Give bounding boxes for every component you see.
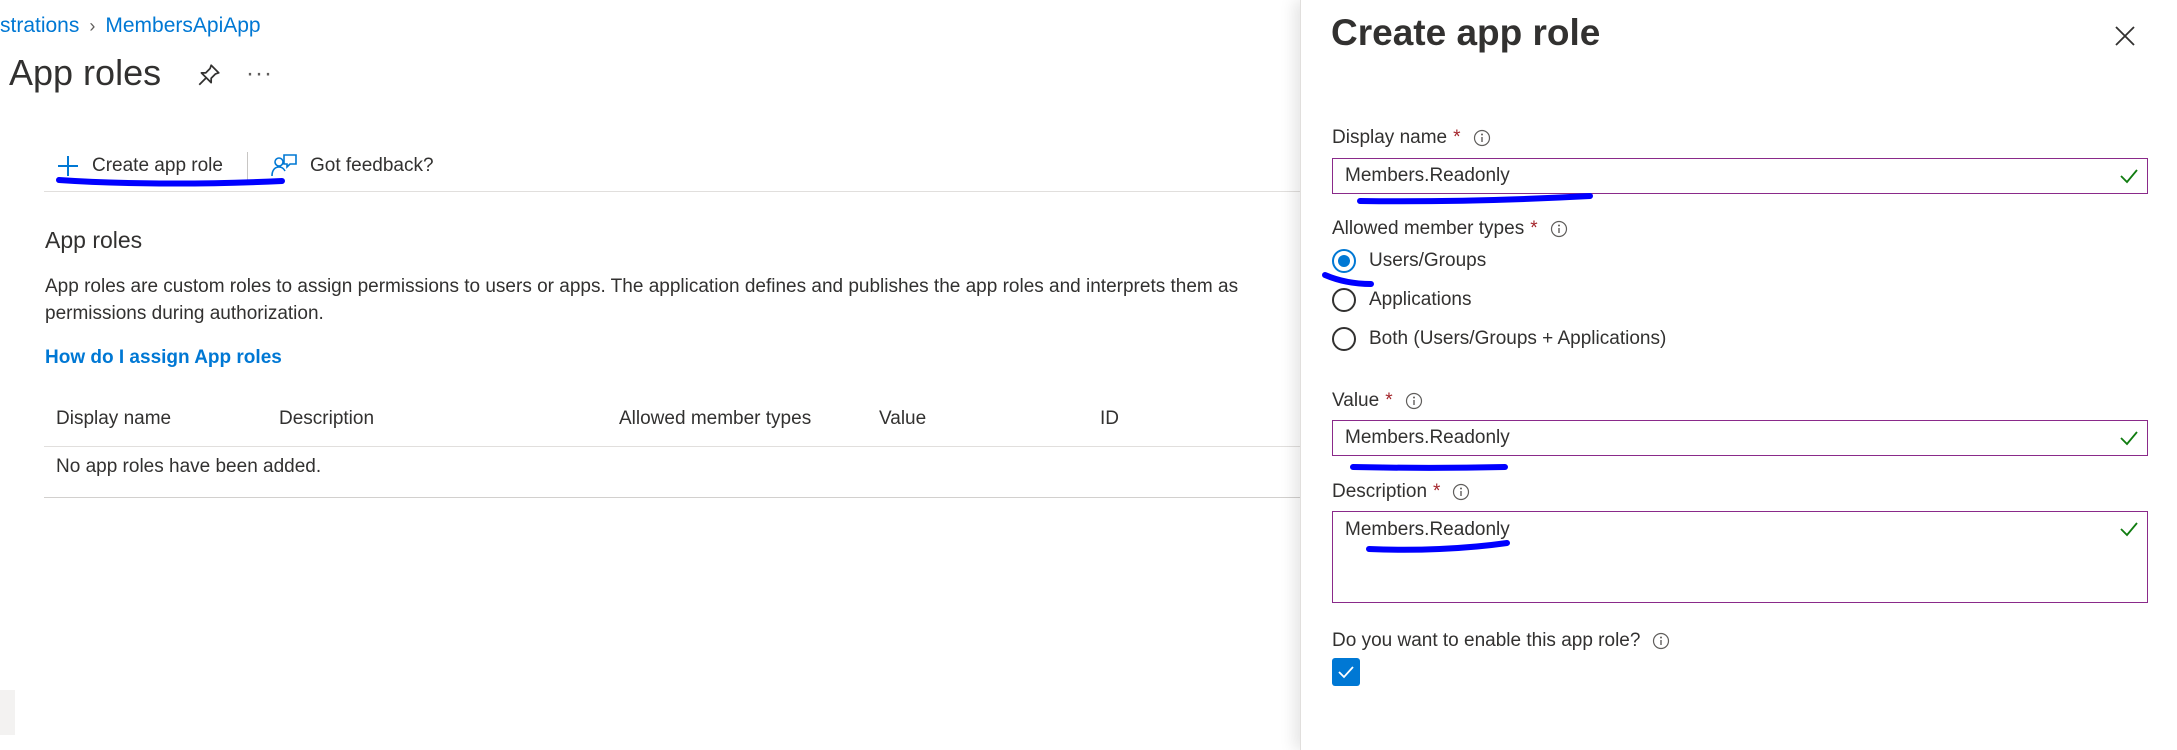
description-textarea[interactable]: Members.Readonly	[1333, 512, 2105, 599]
annotation-underline-value	[1350, 464, 1508, 471]
got-feedback-button[interactable]: Got feedback?	[270, 152, 434, 180]
checkmark-icon	[2120, 169, 2138, 184]
radio-users-groups-label: Users/Groups	[1369, 250, 1487, 271]
radio-applications-label: Applications	[1369, 289, 1472, 310]
pin-icon[interactable]	[196, 62, 222, 88]
member-types-label: Allowed member types *	[1332, 218, 1568, 240]
enable-app-role-checkbox[interactable]	[1332, 658, 1360, 686]
value-label: Value *	[1332, 390, 1423, 412]
description-label: Description *	[1332, 481, 1470, 503]
info-icon[interactable]	[1652, 632, 1670, 650]
scroll-edge-block	[0, 690, 15, 735]
breadcrumb-current-link[interactable]: MembersApiApp	[105, 14, 260, 37]
checkmark-icon	[2120, 522, 2138, 537]
table-empty-message: No app roles have been added.	[56, 456, 322, 477]
display-name-label: Display name *	[1332, 127, 1491, 149]
column-header-display-name[interactable]: Display name	[56, 408, 171, 430]
command-separator	[246, 152, 248, 180]
radio-both-label: Both (Users/Groups + Applications)	[1369, 328, 1667, 349]
radio-button-selected[interactable]	[1332, 249, 1356, 273]
panel-title: Create app role	[1331, 12, 1601, 53]
column-header-description[interactable]: Description	[279, 408, 374, 430]
required-marker: *	[1530, 218, 1538, 239]
section-title: App roles	[45, 227, 143, 253]
column-header-allowed-member-types[interactable]: Allowed member types	[619, 408, 811, 430]
enable-app-role-label: Do you want to enable this app role?	[1332, 630, 1670, 652]
divider	[44, 191, 1302, 192]
table-header-divider	[44, 446, 1302, 447]
command-bar: Create app role Got feedback?	[56, 148, 434, 184]
breadcrumb: strations › MembersApiApp	[0, 14, 261, 38]
chevron-right-icon: ›	[89, 16, 96, 36]
info-icon[interactable]	[1405, 392, 1423, 410]
column-header-id[interactable]: ID	[1100, 408, 1119, 430]
info-icon[interactable]	[1550, 220, 1568, 238]
radio-button[interactable]	[1332, 327, 1356, 351]
breadcrumb-parent-link[interactable]: strations	[0, 14, 79, 37]
radio-users-groups[interactable]: Users/Groups	[1332, 249, 1486, 273]
checkmark-icon	[1338, 666, 1354, 679]
create-app-role-label: Create app role	[92, 155, 223, 176]
display-name-label-text: Display name	[1332, 127, 1448, 148]
radio-applications[interactable]: Applications	[1332, 288, 1471, 312]
value-label-text: Value	[1332, 390, 1380, 411]
enable-app-role-label-text: Do you want to enable this app role?	[1332, 630, 1641, 651]
description-field[interactable]: Members.Readonly	[1332, 511, 2148, 603]
got-feedback-label: Got feedback?	[309, 155, 434, 176]
required-marker: *	[1453, 127, 1461, 148]
section-description: App roles are custom roles to assign per…	[45, 276, 1239, 324]
feedback-icon	[271, 154, 297, 177]
display-name-field[interactable]	[1332, 158, 2148, 194]
table-bottom-divider	[44, 497, 1302, 498]
value-input[interactable]	[1333, 421, 2105, 455]
required-marker: *	[1385, 390, 1393, 411]
how-to-assign-app-roles-link[interactable]: How do I assign App roles	[45, 347, 282, 369]
plus-icon	[58, 156, 78, 176]
checkmark-icon	[2120, 431, 2138, 446]
value-field[interactable]	[1332, 420, 2148, 456]
more-options-icon[interactable]: ···	[246, 60, 273, 88]
radio-both[interactable]: Both (Users/Groups + Applications)	[1332, 327, 1666, 351]
radio-button[interactable]	[1332, 288, 1356, 312]
close-icon[interactable]	[2113, 24, 2137, 48]
info-icon[interactable]	[1452, 483, 1470, 501]
display-name-input[interactable]	[1333, 159, 2105, 193]
member-types-label-text: Allowed member types	[1332, 218, 1525, 239]
required-marker: *	[1433, 481, 1441, 502]
description-label-text: Description	[1332, 481, 1428, 502]
create-app-role-button[interactable]: Create app role	[56, 154, 223, 178]
page-title: App roles	[9, 52, 162, 93]
column-header-value[interactable]: Value	[879, 408, 926, 430]
create-app-role-panel: Create app role Display name * Allowed m…	[1300, 0, 2177, 750]
info-icon[interactable]	[1473, 129, 1491, 147]
